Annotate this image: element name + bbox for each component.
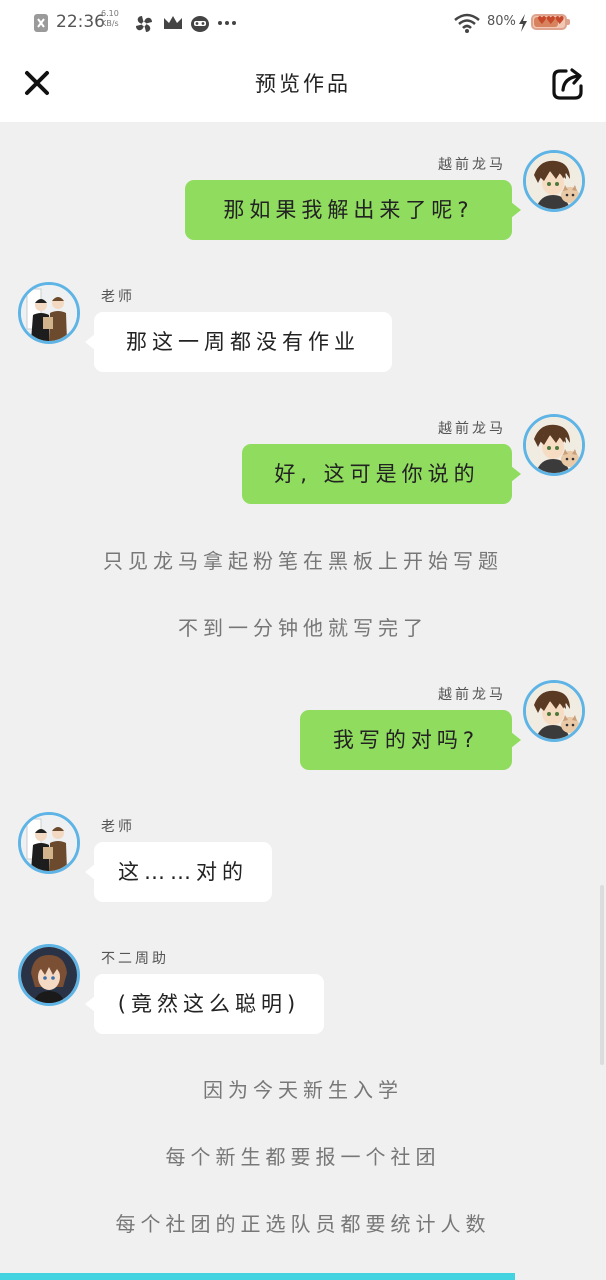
more-notifications-icon [218,21,236,25]
chat-bubble-right: 好, 这可是你说的 [242,444,521,504]
avatar-teacher[interactable] [18,282,80,344]
avatar-teacher[interactable] [18,812,80,874]
fan-app-icon [136,16,152,32]
narration-text: 每个新生都要报一个社团 [165,1145,441,1169]
speaker-name: 老师 [101,819,135,835]
scrollbar[interactable] [600,885,604,1065]
speaker-name: 越前龙马 [438,157,506,173]
share-icon[interactable] [548,64,588,104]
narration-text: 不到一分钟他就写完了 [178,616,428,640]
chat-bubble-left: 这……对的 [85,842,272,902]
ryoma-portrait-icon [526,417,582,473]
chat-bubble-left: (竟然这么聪明) [85,974,324,1034]
chat-bubble-left: 那这一周都没有作业 [85,312,392,372]
robot-face-icon [191,16,209,32]
charging-bolt-icon [519,14,527,32]
avatar-fuji[interactable] [18,944,80,1006]
speaker-name: 不二周助 [101,951,169,967]
crown-icon [164,16,182,29]
app-notification-icon [34,14,48,32]
title-bar: 预览作品 [0,46,606,122]
net-speed: 6.10 KB/s [101,9,119,28]
ryoma-portrait-icon [526,683,582,739]
status-time: 22:36 [56,12,105,32]
reading-progress-bar [0,1273,516,1280]
fuji-portrait-icon [21,947,77,1003]
chat-bubble-right: 那如果我解出来了呢? [185,180,521,240]
page-title: 预览作品 [255,72,351,96]
wifi-icon [454,13,480,33]
status-bar: 22:36 6.10 KB/s 80% ♥♥♥ [0,0,606,46]
speaker-name: 越前龙马 [438,421,506,437]
battery-icon: ♥♥♥ [531,14,567,30]
battery-tip [567,19,570,25]
narration-text: 只见龙马拿起粉笔在黑板上开始写题 [103,549,503,573]
speaker-name: 老师 [101,289,135,305]
teacher-portrait-icon [21,285,77,341]
avatar-ryoma[interactable] [523,414,585,476]
avatar-ryoma[interactable] [523,150,585,212]
avatar-ryoma[interactable] [523,680,585,742]
chat-bubble-right: 我写的对吗? [300,710,521,770]
speaker-name: 越前龙马 [438,687,506,703]
teacher-portrait-icon [21,815,77,871]
ryoma-portrait-icon [526,153,582,209]
narration-text: 因为今天新生入学 [203,1078,403,1102]
narration-text: 每个社团的正选队员都要统计人数 [115,1212,491,1236]
battery-percent: 80% [487,14,516,29]
